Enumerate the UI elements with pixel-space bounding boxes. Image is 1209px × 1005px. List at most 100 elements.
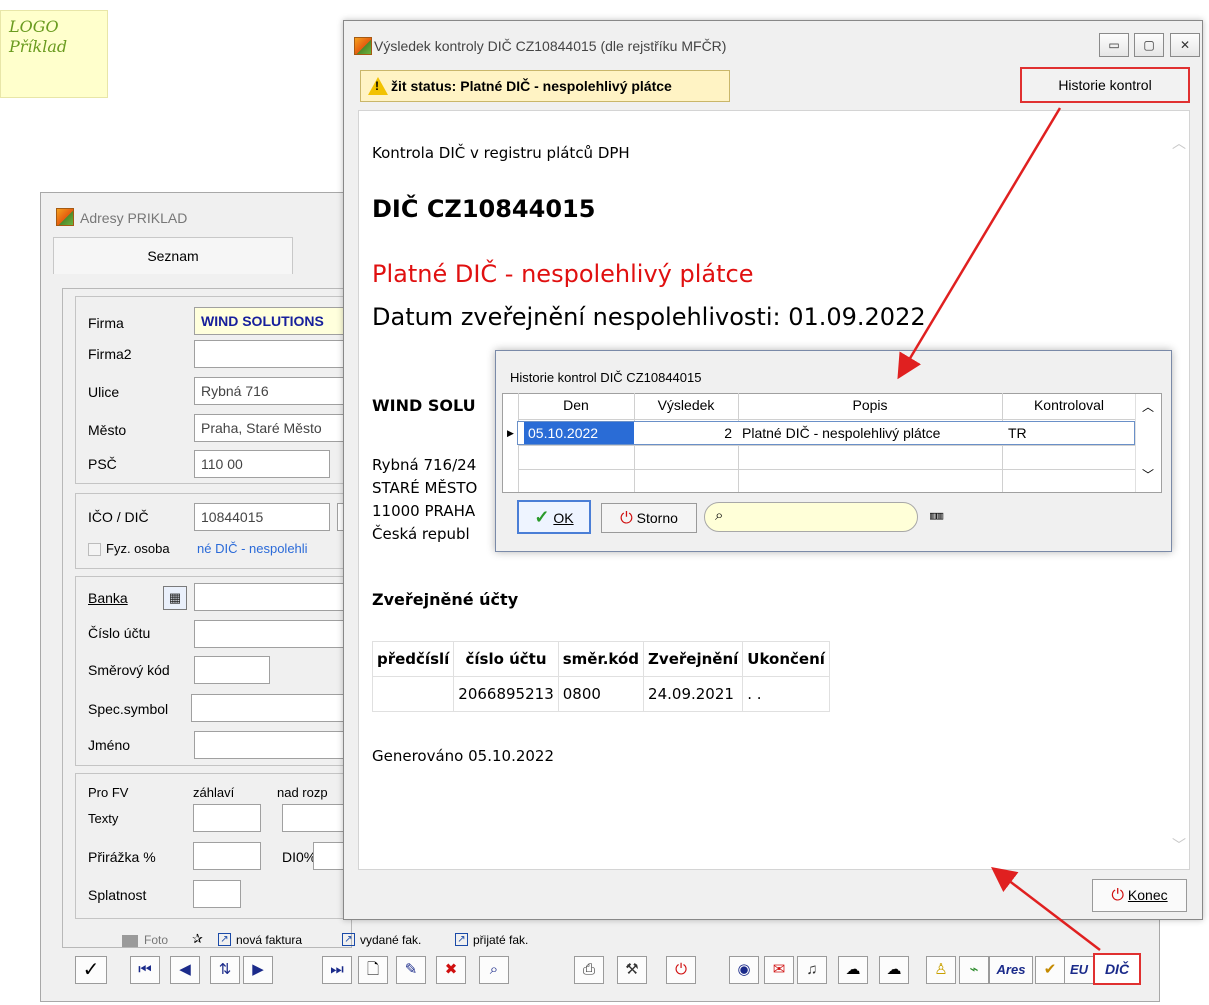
map-sk-icon[interactable]: ☁	[879, 956, 909, 984]
mail-icon[interactable]: ✉	[764, 956, 794, 984]
search-icon: ⌕	[715, 507, 724, 524]
grid-header-kontroloval[interactable]: Kontroloval	[1002, 397, 1136, 413]
minimize-icon[interactable]: ▭	[1099, 33, 1129, 57]
scroll-down-icon[interactable]: ﹀	[1172, 835, 1186, 855]
firma2-input[interactable]	[194, 340, 354, 368]
dic-button[interactable]: DIČ	[1093, 953, 1141, 985]
cislo-uctu-input[interactable]	[194, 620, 354, 648]
print-icon[interactable]: ⎙	[574, 956, 604, 984]
scroll-down-icon[interactable]: ﹀	[1142, 466, 1154, 483]
prirazka-label: Přirážka %	[88, 849, 156, 865]
spec-symbol-input[interactable]	[191, 694, 353, 722]
scroll-up-icon[interactable]: ︿	[1172, 133, 1186, 153]
grid-header-den[interactable]: Den	[518, 397, 634, 413]
zahlavi-input[interactable]	[193, 804, 261, 832]
register-icon[interactable]: ⌁	[959, 956, 989, 984]
table-cell: 0800	[557, 676, 645, 712]
grid-header-popis[interactable]: Popis	[738, 397, 1002, 413]
person-icon[interactable]: ♙	[926, 956, 956, 984]
psc-label: PSČ	[88, 456, 117, 472]
confirm-check-icon[interactable]: ✓	[75, 956, 107, 984]
address-line: 11000 PRAHA	[372, 502, 476, 520]
edit-record-icon[interactable]: ✎	[396, 956, 426, 984]
search-input[interactable]: ⌕	[704, 502, 918, 532]
close-icon[interactable]: ✕	[1170, 33, 1200, 57]
jmeno-input[interactable]	[194, 731, 354, 759]
ok-label: OK	[553, 510, 574, 526]
splatnost-input[interactable]	[193, 880, 241, 908]
dio-label: DI0%	[282, 849, 317, 865]
logo-line1: LOGO	[9, 17, 59, 36]
ok-button[interactable]: ✓ OK	[517, 500, 591, 534]
ico-label: IČO / DIČ	[88, 509, 149, 525]
accounts-table: předčíslí číslo účtu směr.kód Zveřejnění…	[371, 641, 830, 712]
prijate-faktury-link[interactable]: přijaté fak.	[473, 933, 528, 947]
mesto-input[interactable]: Praha, Staré Město	[194, 414, 354, 442]
konec-button[interactable]: ⏻ Konec	[1092, 879, 1187, 912]
barcode-icon[interactable]: ▥▥	[930, 509, 943, 522]
ares-button[interactable]: Ares	[989, 956, 1033, 984]
pin-icon[interactable]: ✰	[192, 931, 203, 947]
document-check-icon[interactable]: ✔	[1035, 956, 1065, 984]
tab-seznam[interactable]: Seznam	[53, 237, 293, 274]
logo-line2: Příklad	[9, 37, 68, 56]
next-record-icon[interactable]: ▶	[243, 956, 273, 984]
bottom-bar	[355, 873, 1195, 913]
history-kontroloval-cell: TR	[1008, 425, 1027, 441]
row-pointer-icon: ▶	[507, 428, 514, 438]
historie-kontrol-button[interactable]: Historie kontrol	[1020, 67, 1190, 103]
ico-input[interactable]: 10844015	[194, 503, 330, 531]
table-cell	[371, 676, 455, 712]
sound-icon[interactable]: ♫	[797, 956, 827, 984]
sort-icon[interactable]: ⇅	[210, 956, 240, 984]
dic-window-title: Výsledek kontroly DIČ CZ10844015 (dle re…	[374, 38, 727, 54]
power-icon: ⏻	[620, 510, 633, 527]
tools-icon[interactable]: ⚒	[617, 956, 647, 984]
dic-heading: DIČ CZ10844015	[372, 195, 596, 223]
find-icon[interactable]: ⌕	[479, 956, 509, 984]
pro-fv-label: Pro FV	[88, 785, 129, 800]
zahlavi-label: záhlaví	[193, 785, 235, 800]
foto-link[interactable]: Foto	[144, 933, 168, 947]
psc-input[interactable]: 110 00	[194, 450, 330, 478]
table-header: číslo účtu	[453, 641, 559, 677]
qr-icon[interactable]: ▦	[163, 586, 187, 610]
grid-divider	[518, 469, 1135, 470]
status-banner: žit status: Platné DIČ - nespolehlivý pl…	[360, 70, 730, 102]
table-header: Zveřejnění	[643, 641, 744, 677]
fyz-osoba-checkbox[interactable]	[88, 543, 101, 556]
power-exit-icon[interactable]: ⏻	[666, 956, 696, 984]
first-record-icon[interactable]: ⏮	[130, 956, 160, 984]
delete-record-icon[interactable]: ✖	[436, 956, 466, 984]
firma2-label: Firma2	[88, 346, 132, 362]
prirazka-input[interactable]	[193, 842, 261, 870]
eu-button[interactable]: EU	[1064, 956, 1094, 984]
firma-input[interactable]: WIND SOLUTIONS	[194, 307, 354, 335]
table-row: 2066895213 0800 24.09.2021 . .	[371, 676, 830, 712]
nad-rozpisem-label: nad rozp	[277, 785, 328, 800]
previous-record-icon[interactable]: ◀	[170, 956, 200, 984]
last-record-icon[interactable]: ⏭	[322, 956, 352, 984]
link-arrow-icon: ↗	[455, 933, 468, 946]
cislo-uctu-label: Číslo účtu	[88, 625, 151, 641]
history-date-cell[interactable]: 05.10.2022	[524, 422, 634, 444]
vydane-faktury-link[interactable]: vydané fak.	[360, 933, 421, 947]
nova-faktura-link[interactable]: nová faktura	[236, 933, 302, 947]
power-icon: ⏻	[1111, 887, 1125, 904]
storno-button[interactable]: ⏻ Storno	[601, 503, 697, 533]
new-document-icon[interactable]: 🗋	[358, 956, 388, 984]
warning-exclamation: !	[375, 79, 379, 93]
map-cz-icon[interactable]: ☁	[838, 956, 868, 984]
grid-header-vysledek[interactable]: Výsledek	[634, 397, 738, 413]
eye-icon[interactable]: ◉	[729, 956, 759, 984]
banka-input[interactable]	[194, 583, 354, 611]
dic-status-text: né DIČ - nespolehli	[197, 541, 308, 556]
smerovy-kod-label: Směrový kód	[88, 662, 170, 678]
konec-label: Konec	[1127, 887, 1168, 903]
link-arrow-icon: ↗	[342, 933, 355, 946]
maximize-icon[interactable]: ▢	[1134, 33, 1164, 57]
nad-rozpisem-input[interactable]	[282, 804, 352, 832]
smerovy-kod-input[interactable]	[194, 656, 270, 684]
ulice-input[interactable]: Rybná 716	[194, 377, 354, 405]
scroll-up-icon[interactable]: ︿	[1142, 398, 1154, 415]
